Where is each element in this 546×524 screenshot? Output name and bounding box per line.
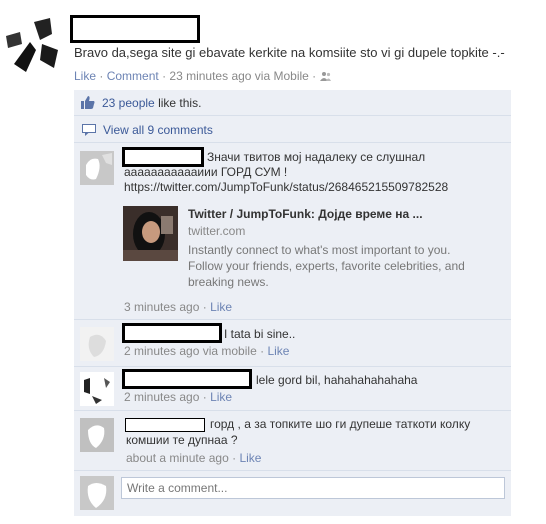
commenter-name-redacted[interactable] (122, 369, 252, 389)
view-all-comments-row[interactable]: View all 9 comments (74, 116, 511, 143)
commenter-avatar[interactable] (80, 151, 114, 185)
comment-meta: about a minute ago · Like (126, 451, 262, 465)
share-title-link[interactable]: Twitter / JumpToFunk: Дојде време на ... (188, 207, 423, 222)
comment-meta: 3 minutes ago · Like (124, 300, 233, 314)
comment-timestamp[interactable]: 3 minutes ago (124, 300, 199, 314)
comment-like-link[interactable]: Like (267, 344, 289, 358)
comment-timestamp[interactable]: 2 minutes ago via mobile (124, 344, 257, 358)
comment-like-link[interactable]: Like (210, 300, 232, 314)
post-message: Bravo da,sega site gi ebavate kerkite na… (74, 45, 505, 60)
post-author-avatar[interactable] (6, 14, 62, 76)
thumbs-up-icon (81, 96, 95, 112)
commenter-name-redacted[interactable] (125, 418, 205, 432)
comment-item: горд , а за топките шо ги дупеше таткоти… (74, 411, 511, 471)
share-description: Instantly connect to what's most importa… (188, 243, 451, 257)
share-description-cont: Follow your friends, experts, favorite c… (188, 259, 465, 273)
friends-icon[interactable] (319, 70, 332, 84)
comment-item: Значи твитов мој надалеку се слушнал ааа… (74, 143, 511, 320)
comment-timestamp[interactable]: about a minute ago (126, 451, 229, 465)
post-timestamp[interactable]: 23 minutes ago via Mobile (169, 69, 308, 83)
comment-item: I tata bi sine.. 2 minutes ago via mobil… (74, 320, 511, 367)
post-like-link[interactable]: Like (74, 69, 96, 83)
post-comment-link[interactable]: Comment (107, 69, 159, 83)
commenter-avatar[interactable] (80, 327, 114, 361)
comment-bubble-icon (82, 124, 96, 139)
comment-item: lele gord bil, hahahahahahaha 2 minutes … (74, 367, 511, 411)
commenter-name-redacted[interactable] (122, 323, 222, 343)
comment-text-cont: комшии те дупнаа ? (126, 433, 238, 447)
likes-count-link[interactable]: 23 people (102, 96, 155, 110)
write-comment-input[interactable]: Write a comment... (121, 477, 505, 499)
commenter-avatar[interactable] (80, 372, 114, 406)
view-all-comments-link[interactable]: View all 9 comments (103, 123, 213, 137)
comment-text: горд , а за топките шо ги дупеше таткоти… (210, 417, 471, 431)
comments-panel: 23 people like this. View all 9 comments… (74, 90, 511, 516)
post-author-name-redacted[interactable] (70, 15, 200, 43)
commenter-name-redacted[interactable] (122, 147, 204, 167)
comment-text: lele gord bil, hahahahahahaha (256, 373, 418, 387)
share-thumbnail[interactable] (123, 206, 178, 261)
comment-text-cont: аааааааааааиии ГОРД СУМ ! (124, 165, 288, 179)
current-user-avatar (80, 476, 114, 510)
comment-like-link[interactable]: Like (210, 390, 232, 404)
comment-url-link[interactable]: https://twitter.com/JumpToFunk/status/26… (124, 180, 448, 195)
post-actions: Like · Comment · 23 minutes ago via Mobi… (74, 69, 332, 84)
share-domain: twitter.com (188, 224, 246, 238)
comment-meta: 2 minutes ago · Like (124, 390, 233, 404)
comment-timestamp[interactable]: 2 minutes ago (124, 390, 199, 404)
comment-text: I tata bi sine.. (224, 327, 296, 341)
likes-suffix: like this. (158, 96, 202, 110)
likes-row: 23 people like this. (74, 90, 511, 116)
comment-meta: 2 minutes ago via mobile · Like (124, 344, 290, 358)
comment-text: Значи твитов мој надалеку се слушнал (207, 150, 426, 164)
commenter-avatar[interactable] (80, 418, 114, 452)
comment-like-link[interactable]: Like (239, 451, 261, 465)
share-description-end: breaking news. (188, 275, 269, 289)
